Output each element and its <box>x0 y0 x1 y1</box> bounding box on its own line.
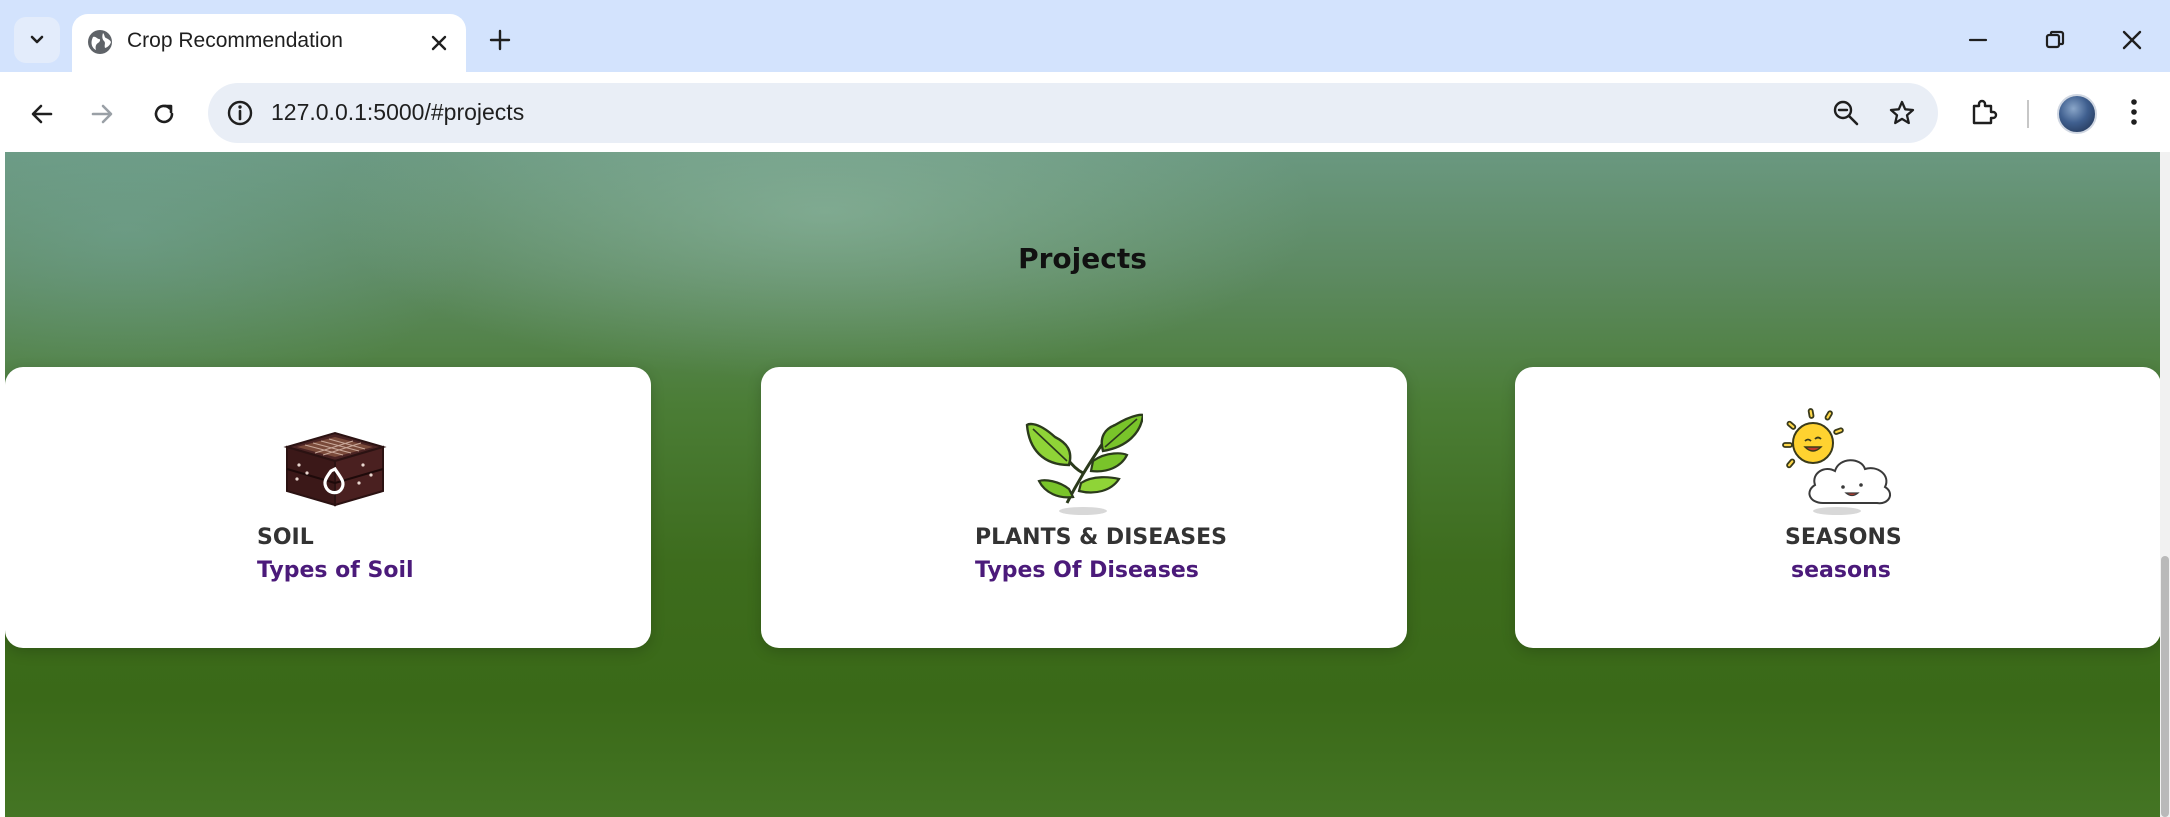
chevron-down-icon <box>30 35 44 44</box>
card-title: PLANTS & DISEASES <box>975 525 1228 550</box>
plant-leaves-icon <box>1025 413 1143 515</box>
tab-title: Crop Recommendation <box>127 29 343 52</box>
reload-button[interactable] <box>142 92 186 136</box>
forward-button[interactable] <box>80 92 124 136</box>
zoom-out-icon <box>1833 100 1859 126</box>
browser-toolbar: 127.0.0.1:5000/#projects <box>0 72 2170 152</box>
seasons-card[interactable]: SEASONS seasons <box>1515 367 2160 648</box>
toolbar-divider <box>2027 100 2029 128</box>
puzzle-icon <box>1972 99 1998 125</box>
arrow-right-icon <box>91 104 113 124</box>
globe-icon <box>88 30 112 54</box>
scrollbar-thumb[interactable] <box>2161 556 2169 817</box>
extensions-button[interactable] <box>1962 90 2006 134</box>
card-link[interactable]: Types of Soil <box>257 558 414 583</box>
profile-avatar[interactable] <box>2057 94 2097 134</box>
projects-section: Projects SOIL Types of Soil PLANTS & DIS… <box>5 152 2160 817</box>
site-info-button[interactable] <box>224 97 256 129</box>
active-tab[interactable]: Crop Recommendation <box>72 14 466 72</box>
restore-button[interactable] <box>2033 18 2077 62</box>
restore-icon <box>2045 30 2065 49</box>
info-icon <box>227 100 253 126</box>
more-vert-icon <box>2131 99 2137 125</box>
new-tab-button[interactable] <box>482 22 518 58</box>
minimize-button[interactable] <box>1956 18 2000 62</box>
soil-card[interactable]: SOIL Types of Soil <box>5 367 651 648</box>
plants-diseases-card[interactable]: PLANTS & DISEASES Types Of Diseases <box>761 367 1407 648</box>
card-title: SEASONS <box>1785 525 1902 550</box>
close-icon <box>431 35 447 51</box>
card-title: SOIL <box>257 525 314 550</box>
close-window-button[interactable] <box>2110 18 2154 62</box>
tab-strip: Crop Recommendation <box>0 0 2170 72</box>
back-button[interactable] <box>20 92 64 136</box>
bookmark-button[interactable] <box>1884 95 1920 131</box>
reload-icon <box>154 104 174 124</box>
close-icon <box>2122 30 2142 50</box>
card-link[interactable]: seasons <box>1791 558 1891 583</box>
tab-close-button[interactable] <box>424 28 454 58</box>
card-link[interactable]: Types Of Diseases <box>975 558 1199 583</box>
url-text[interactable]: 127.0.0.1:5000/#projects <box>271 99 524 126</box>
sun-cloud-icon <box>1782 408 1892 515</box>
star-icon <box>1889 100 1915 125</box>
tab-search-button[interactable] <box>14 17 60 63</box>
soil-crate-icon <box>283 431 387 507</box>
zoom-button[interactable] <box>1828 95 1864 131</box>
minimize-icon <box>1968 38 1988 42</box>
address-bar[interactable]: 127.0.0.1:5000/#projects <box>208 83 1938 143</box>
arrow-left-icon <box>31 104 53 124</box>
plus-icon <box>489 29 511 51</box>
menu-button[interactable] <box>2112 90 2156 134</box>
page-title: Projects <box>1018 242 1147 275</box>
